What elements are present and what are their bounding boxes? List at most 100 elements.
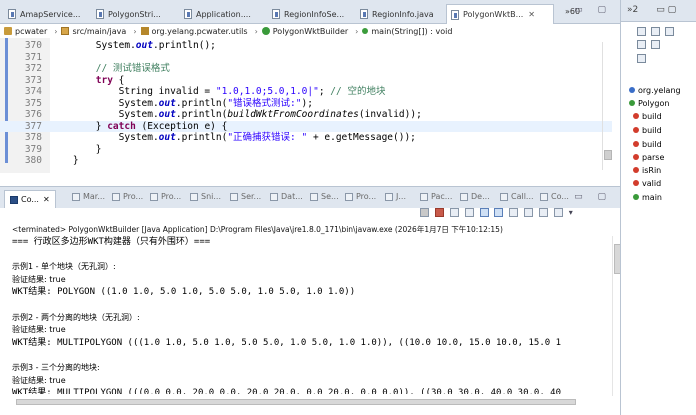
line-number: 377: [24, 120, 42, 132]
console-horizontal-scrollbar[interactable]: [12, 397, 612, 407]
code-line[interactable]: 372 // 测试错误格式: [0, 63, 612, 74]
console-line: 验证结果: true: [12, 274, 66, 284]
clear-console-icon[interactable]: [464, 208, 474, 217]
tab-markers[interactable]: Mar...: [72, 192, 105, 201]
display-console-icon[interactable]: [539, 208, 548, 217]
editor-vertical-scrollbar[interactable]: [602, 42, 612, 170]
editor-tab[interactable]: RegionInfoSe...: [268, 4, 353, 24]
tab-debug[interactable]: De...: [460, 192, 490, 201]
tab-console[interactable]: Co... ✕: [4, 190, 56, 208]
breadcrumb-class[interactable]: PolygonWktBuilder: [261, 27, 348, 36]
console-output[interactable]: === 行政区多边形WKT构建器（只有外围环）=== 示例1 - 单个地块（无孔洞…: [12, 236, 612, 394]
code-token: }: [50, 143, 102, 155]
outline-item[interactable]: org.yelang: [629, 84, 681, 96]
chevron-right-icon: ›: [355, 26, 359, 36]
remove-all-icon[interactable]: [449, 208, 459, 217]
search-icon: [310, 192, 318, 201]
breadcrumb-package[interactable]: org.yelang.pcwater.utils: [140, 27, 248, 36]
code-text: System.out.println(buildWktFromCoordinat…: [50, 109, 422, 120]
scrollbar-thumb[interactable]: [16, 399, 576, 405]
code-line[interactable]: 380 }: [0, 155, 612, 166]
tab-problems[interactable]: Pro...: [345, 192, 376, 201]
code-line[interactable]: 376 System.out.println(buildWktFromCoord…: [0, 109, 612, 120]
package-icon: [140, 27, 149, 35]
code-token: String invalid =: [50, 86, 216, 97]
show-console-icon[interactable]: [509, 208, 519, 217]
minimize-maximize-icons[interactable]: ▭ ▢: [656, 5, 676, 15]
code-token: System.: [50, 132, 159, 143]
member-icon: [633, 141, 639, 147]
tab-junit[interactable]: J...: [385, 192, 406, 201]
outline-item[interactable]: isRin: [633, 164, 661, 176]
outline-item-label: org.yelang: [638, 85, 681, 95]
editor-tab[interactable]: RegionInfo.java: [356, 4, 441, 24]
outline-hide-nonpublic-icon[interactable]: [637, 40, 646, 49]
tab-search[interactable]: Se...: [310, 192, 339, 201]
word-wrap-icon[interactable]: [494, 208, 504, 217]
scrollbar-thumb[interactable]: [604, 150, 612, 160]
pin-console-icon[interactable]: [524, 208, 534, 217]
outline-hide-fields-icon[interactable]: [651, 27, 660, 36]
chevron-right-icon: ›: [254, 26, 258, 36]
code-line[interactable]: 379 }: [0, 144, 612, 155]
markers-icon: [72, 192, 80, 201]
outline-item[interactable]: valid: [633, 177, 661, 189]
code-line[interactable]: 374 String invalid = "1.0,1.0;5.0,1.0|";…: [0, 86, 612, 97]
outline-panel: »2 ▭ ▢ org.yelang Polygon build build build pa…: [620, 0, 696, 415]
tab-coverage[interactable]: Co...: [540, 192, 569, 201]
editor-tab[interactable]: PolygonStri...: [92, 4, 177, 24]
breadcrumb-source[interactable]: src/main/java: [61, 27, 126, 36]
view-menu-icon[interactable]: ▾: [569, 208, 573, 217]
outline-header: »2 ▭ ▢: [621, 0, 696, 22]
data-source-icon: [270, 192, 278, 201]
code-line[interactable]: 371: [0, 52, 612, 63]
code-line[interactable]: 377 } catch (Exception e) {: [0, 120, 612, 132]
editor-tab-active[interactable]: PolygonWktB... ✕: [446, 4, 554, 24]
open-console-icon[interactable]: [553, 208, 563, 217]
outline-item[interactable]: Polygon: [629, 97, 669, 109]
code-line[interactable]: 370 System.out.println();: [0, 40, 612, 51]
code-token: "错误格式测试:": [227, 97, 302, 109]
code-line[interactable]: 373 try {: [0, 75, 612, 86]
minimize-maximize-icons[interactable]: ▭ ▢: [574, 5, 612, 15]
terminate-icon[interactable]: [420, 208, 429, 217]
code-line[interactable]: 378 System.out.println("正确捕获错误: " + e.ge…: [0, 132, 612, 143]
member-icon: [629, 100, 635, 106]
call-hierarchy-icon: [500, 192, 508, 201]
tab-data-source[interactable]: Dat...: [270, 192, 303, 201]
code-line[interactable]: 375 System.out.println("错误格式测试:");: [0, 98, 612, 109]
code-token: "1.0,1.0;5.0,1.0|": [215, 86, 319, 97]
servers-icon: [230, 192, 238, 201]
editor-tab[interactable]: Application....: [180, 4, 265, 24]
tab-package-explorer[interactable]: Pac...: [420, 192, 452, 201]
outline-item[interactable]: build: [633, 110, 662, 122]
line-number: 371: [24, 51, 42, 63]
code-text: try {: [50, 75, 125, 86]
outline-item[interactable]: build: [633, 124, 662, 136]
code-text: }: [50, 155, 79, 166]
tab-snippets[interactable]: Sni...: [190, 192, 221, 201]
tab-call-hierarchy[interactable]: Call...: [500, 192, 534, 201]
outline-link-icon[interactable]: [637, 54, 646, 63]
outline-item[interactable]: build: [633, 138, 662, 150]
tab-properties[interactable]: Pro...: [112, 192, 143, 201]
editor-tab[interactable]: AmapService...: [4, 4, 89, 24]
outline-sort-icon[interactable]: [637, 27, 646, 36]
code-editor[interactable]: 370 System.out.println(); 371 372 // 测试错误格…: [0, 38, 620, 173]
scroll-lock-icon[interactable]: [479, 208, 489, 217]
outline-focus-icon[interactable]: [651, 40, 660, 49]
breadcrumb-method[interactable]: main(String[]) : void: [362, 27, 452, 36]
tab-progress[interactable]: Pro...: [150, 192, 181, 201]
minimize-maximize-icons[interactable]: ▭ ▢: [574, 192, 612, 202]
close-icon[interactable]: ✕: [528, 10, 535, 19]
remove-launch-icon[interactable]: [434, 208, 444, 217]
outline-item[interactable]: main: [633, 191, 662, 203]
close-icon[interactable]: ✕: [43, 195, 50, 204]
outline-hide-static-icon[interactable]: [665, 27, 674, 36]
tab-servers[interactable]: Ser...: [230, 192, 261, 201]
code-token: (Exception e) {: [135, 120, 228, 132]
member-icon: [633, 194, 639, 200]
outline-item[interactable]: parse: [633, 151, 664, 163]
breadcrumb-project[interactable]: pcwater: [4, 27, 47, 36]
